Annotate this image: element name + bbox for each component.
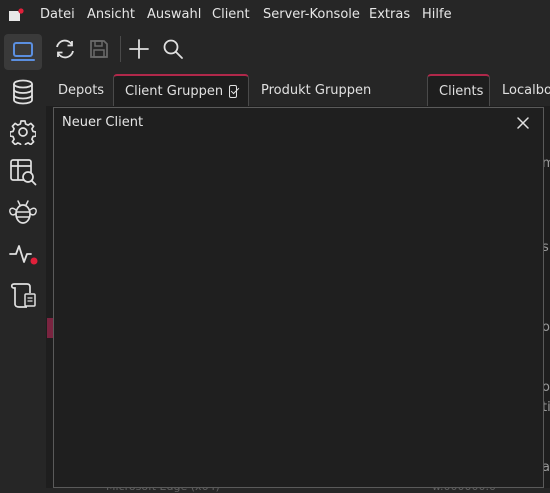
new-client-dialog: Neuer Client (53, 107, 544, 488)
table-search-icon (10, 159, 37, 186)
app-logo-icon (8, 8, 24, 22)
menu-auswahl[interactable]: Auswahl (147, 7, 201, 22)
toolbar-separator (120, 36, 121, 62)
bee-icon (9, 200, 37, 224)
pulse-icon (9, 245, 38, 265)
reload-button[interactable] (50, 34, 80, 64)
laptop-icon (11, 42, 35, 61)
menu-hilfe[interactable]: Hilfe (422, 7, 452, 22)
tab-produkt-gruppen-label: Produkt Gruppen (261, 82, 372, 98)
status-dot-icon (30, 257, 38, 265)
save-button[interactable] (84, 34, 114, 64)
menu-ansicht[interactable]: Ansicht (87, 7, 135, 22)
settings-view-button[interactable] (4, 114, 42, 150)
tab-depots[interactable]: Depots (47, 74, 115, 106)
depots-view-button[interactable] (4, 74, 42, 110)
left-sidebar (0, 32, 46, 488)
tab-localboot[interactable]: Localbo (491, 74, 550, 106)
script-icon (10, 283, 36, 308)
tab-clients[interactable]: Clients (427, 74, 490, 106)
terminal-view-button[interactable] (4, 276, 42, 312)
menu-datei[interactable]: Datei (40, 7, 75, 22)
refresh-icon (56, 39, 74, 59)
tab-produkt-gruppen[interactable]: Produkt Gruppen (250, 74, 382, 106)
tab-localboot-label: Localbo (502, 82, 550, 98)
gear-icon (10, 120, 36, 145)
menu-extras[interactable]: Extras (369, 7, 410, 22)
tab-client-gruppen-label: Client Gruppen (125, 83, 224, 99)
dialog-title: Neuer Client (62, 115, 144, 130)
table-search-button[interactable] (4, 154, 42, 190)
menu-server-konsole[interactable]: Server-Konsole (263, 7, 360, 22)
add-button[interactable] (124, 34, 154, 64)
health-check-button[interactable] (4, 236, 42, 272)
close-icon (517, 117, 529, 129)
clients-view-button[interactable] (4, 34, 42, 70)
plus-icon (129, 39, 149, 59)
menu-bar: Datei Ansicht Auswahl Client Server-Kons… (0, 0, 550, 32)
menu-client[interactable]: Client (212, 7, 250, 22)
search-icon (163, 39, 183, 59)
hardware-view-button[interactable] (4, 194, 42, 230)
tab-clients-label: Clients (439, 83, 484, 99)
search-button[interactable] (158, 34, 188, 64)
database-icon (13, 79, 33, 105)
tab-depots-label: Depots (58, 82, 105, 98)
save-icon (90, 40, 108, 58)
close-button[interactable] (513, 113, 533, 133)
tab-client-gruppen[interactable]: Client Gruppen (113, 74, 249, 106)
checkbox-icon[interactable] (229, 84, 237, 98)
